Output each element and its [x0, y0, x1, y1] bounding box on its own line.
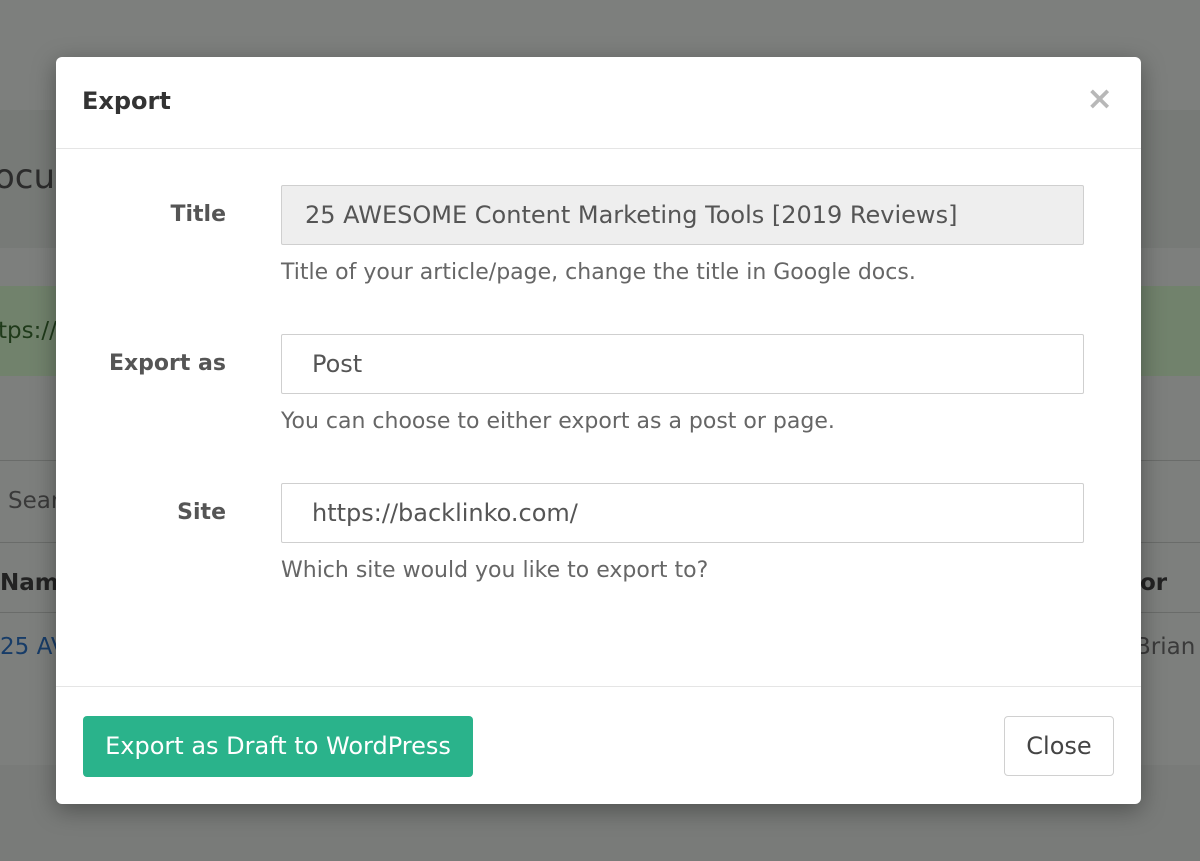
background-alert-url: tps://	[0, 318, 57, 344]
modal-title: Export	[82, 87, 171, 115]
export-as-help-text: You can choose to either export as a pos…	[281, 409, 835, 434]
export-as-select[interactable]: Post	[281, 334, 1084, 394]
background-row-author: Brian D	[1135, 634, 1200, 660]
site-label: Site	[177, 500, 226, 525]
export-as-label: Export as	[108, 351, 226, 376]
modal-header: Export ×	[56, 57, 1141, 149]
export-modal: Export × Title 25 AWESOME Content Market…	[56, 57, 1141, 804]
title-help-text: Title of your article/page, change the t…	[281, 260, 916, 285]
background-table-header-name: Nam	[0, 570, 59, 596]
modal-footer: Export as Draft to WordPress Close	[56, 686, 1141, 804]
title-label: Title	[170, 202, 226, 227]
background-table-header-author: or	[1140, 570, 1168, 596]
site-help-text: Which site would you like to export to?	[281, 558, 709, 583]
close-icon[interactable]: ×	[1086, 82, 1113, 114]
title-input[interactable]: 25 AWESOME Content Marketing Tools [2019…	[281, 185, 1084, 245]
background-search-input: Sear	[8, 488, 61, 514]
background-heading: ocu	[0, 157, 56, 197]
site-select[interactable]: https://backlinko.com/	[281, 483, 1084, 543]
export-draft-button[interactable]: Export as Draft to WordPress	[83, 716, 473, 777]
close-button[interactable]: Close	[1004, 716, 1114, 776]
